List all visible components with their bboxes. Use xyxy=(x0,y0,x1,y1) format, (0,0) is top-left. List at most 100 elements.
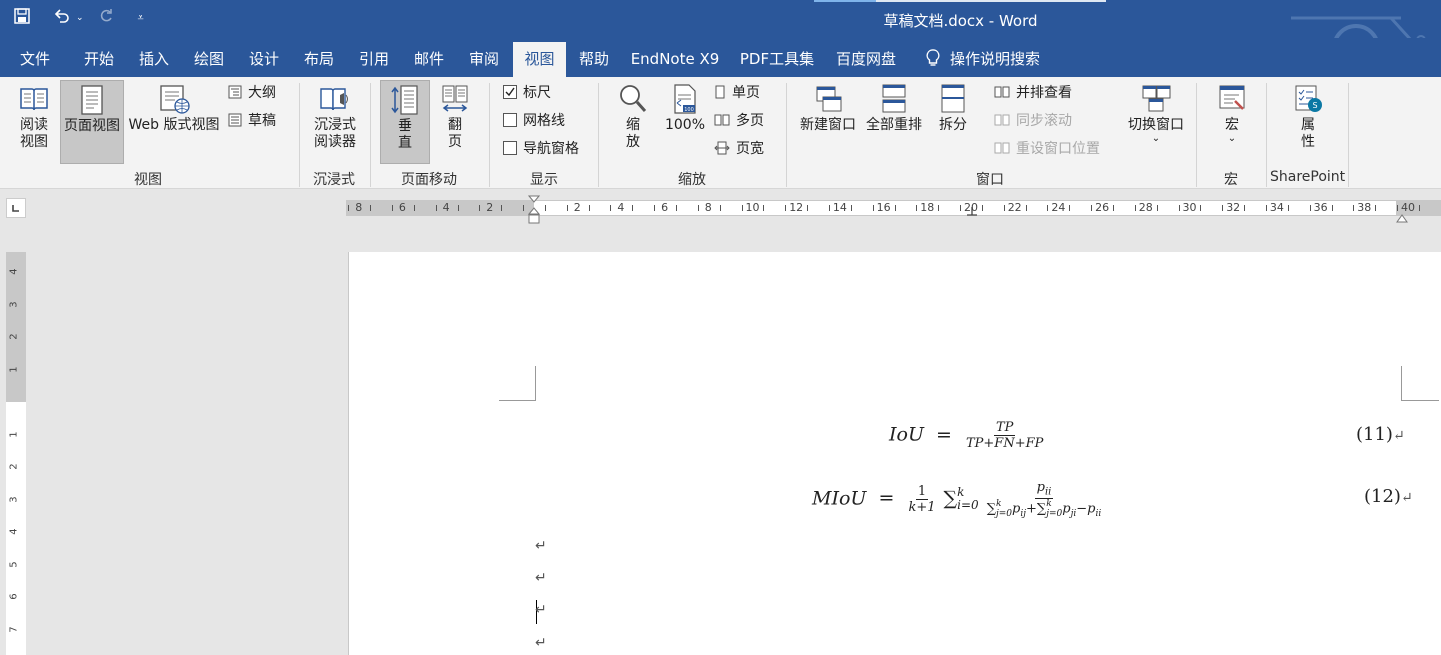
tab-review[interactable]: 审阅 xyxy=(457,42,511,77)
equation-miou[interactable]: MIoU = 1 k+1 ∑ k i=0 pii ∑ k j=0 pij+∑ k j=0 pji… xyxy=(812,480,1103,519)
paragraph-mark: ↵ xyxy=(535,635,547,651)
sharepoint-properties-icon: S xyxy=(1295,85,1322,112)
ruler-tick xyxy=(938,205,940,211)
ruler-tick xyxy=(544,205,546,211)
draft-icon xyxy=(228,113,242,132)
vertical-ruler[interactable]: 4 3 2 1 1 2 3 4 5 6 7 xyxy=(6,252,26,655)
tab-home[interactable]: 开始 xyxy=(72,42,126,77)
eq1-lhs: IoU xyxy=(889,423,924,446)
group-separator xyxy=(1266,83,1267,187)
center-tab-marker[interactable] xyxy=(966,207,978,223)
ruler-tick xyxy=(1287,205,1289,211)
ruler-tick xyxy=(413,205,415,211)
ruler-number: 26 xyxy=(1095,201,1110,214)
reset-window-position-button[interactable]: 重设窗口位置 xyxy=(994,141,1114,161)
tab-insert[interactable]: 插入 xyxy=(127,42,181,77)
tab-selector-icon[interactable] xyxy=(6,198,26,218)
ruler-tick xyxy=(523,205,525,211)
tab-help[interactable]: 帮助 xyxy=(567,42,621,77)
read-mode-button[interactable]: 阅读 视图 xyxy=(8,83,60,163)
ruler-area: 8642 2 4 6 8 10 12 14 16 18 20 22 24 26 28 30 32 34 36 38 4… xyxy=(0,190,1441,252)
draft-button[interactable]: 草稿 xyxy=(228,113,288,133)
tab-mailings[interactable]: 邮件 xyxy=(402,42,456,77)
group-separator xyxy=(1196,83,1197,187)
new-window-button[interactable]: 新建窗口 xyxy=(796,83,860,163)
properties-button[interactable]: S 属 性 xyxy=(1280,83,1336,163)
tab-endnote[interactable]: EndNote X9 xyxy=(625,42,725,77)
paragraph-mark: ↵ xyxy=(535,570,547,586)
gridlines-checkbox[interactable]: 网格线 xyxy=(503,113,593,133)
tab-view[interactable]: 视图 xyxy=(513,42,566,77)
eq1-fraction: TP TP+FN+FP xyxy=(964,420,1045,451)
ruler-tick xyxy=(1222,205,1224,211)
tab-pdf-tools[interactable]: PDF工具集 xyxy=(733,42,821,77)
right-indent-marker[interactable] xyxy=(1396,211,1408,227)
group-separator xyxy=(1348,83,1349,187)
arrange-all-label: 全部重排 xyxy=(866,117,922,133)
view-side-by-side-button[interactable]: 并排查看 xyxy=(994,85,1114,105)
tab-design[interactable]: 设计 xyxy=(237,42,291,77)
gridlines-label: 网格线 xyxy=(523,113,565,129)
multiple-pages-icon xyxy=(714,113,730,132)
ruler-tick xyxy=(610,205,612,211)
equation-iou[interactable]: IoU = TP TP+FN+FP xyxy=(889,420,1045,451)
horizontal-ruler[interactable]: 8642 2 4 6 8 10 12 14 16 18 20 22 24 26 28 30 32 34 36 38 4… xyxy=(346,195,1441,224)
switch-windows-button[interactable]: 切换窗口 ⌄ xyxy=(1122,83,1190,163)
tell-me-search[interactable]: 操作说明搜索 xyxy=(918,42,1048,77)
ruler-tick xyxy=(872,205,874,211)
zoom-label-2: 放 xyxy=(626,134,640,150)
ruler-tick xyxy=(1265,205,1267,211)
group-separator xyxy=(299,83,300,187)
side-to-side-button[interactable]: 翻 页 xyxy=(432,83,478,163)
immersive-reader-icon xyxy=(320,88,348,111)
zoom-100-button[interactable]: 100 100% xyxy=(662,83,708,163)
tab-baidu-netdisk[interactable]: 百度网盘 xyxy=(829,42,903,77)
read-mode-icon xyxy=(20,88,48,111)
tab-draw[interactable]: 绘图 xyxy=(182,42,236,77)
ruler-number: 1 xyxy=(8,430,20,438)
navigation-pane-label: 导航窗格 xyxy=(523,141,579,157)
split-button[interactable]: 拆分 xyxy=(930,83,976,163)
first-line-indent-marker[interactable] xyxy=(527,195,541,229)
ruler-number: 2 xyxy=(486,201,494,214)
side-to-side-icon xyxy=(442,85,468,112)
web-layout-button[interactable]: Web 版式视图 xyxy=(126,83,222,163)
tab-references[interactable]: 引用 xyxy=(347,42,401,77)
arrange-all-button[interactable]: 全部重排 xyxy=(862,83,926,163)
macros-button[interactable]: 宏 ⌄ xyxy=(1206,83,1258,163)
sync-scroll-icon xyxy=(994,113,1010,132)
ruler-checkbox[interactable]: 标尺 xyxy=(503,85,593,105)
print-layout-label: 页面视图 xyxy=(64,118,120,134)
document-page[interactable]: IoU = TP TP+FN+FP (11)↵ MIoU = 1 k+1 ∑ k i… xyxy=(348,252,1441,655)
tab-layout[interactable]: 布局 xyxy=(292,42,346,77)
eq2-den-sum2-sup: k xyxy=(1046,498,1052,509)
ruler-left-margin xyxy=(346,201,534,215)
immersive-reader-button[interactable]: 沉浸式 阅读器 xyxy=(306,83,364,163)
ruler-number: 4 xyxy=(442,201,450,214)
ruler-number: 3 xyxy=(8,495,20,503)
multiple-pages-button[interactable]: 多页 xyxy=(714,113,780,133)
paragraph-mark: ↵ xyxy=(535,538,547,554)
page-width-button[interactable]: 页宽 xyxy=(714,141,780,161)
tab-file[interactable]: 文件 xyxy=(10,42,60,77)
synchronous-scrolling-button[interactable]: 同步滚动 xyxy=(994,113,1114,133)
eq2-number-text: (12) xyxy=(1364,486,1401,507)
svg-text:100: 100 xyxy=(684,107,694,113)
new-window-icon xyxy=(816,86,842,112)
lightbulb-icon xyxy=(926,45,940,79)
gridlines-check-icon xyxy=(503,113,517,127)
paragraph-mark: ↵ xyxy=(1392,428,1405,444)
zoom-button[interactable]: 缩 放 xyxy=(610,83,656,163)
one-page-button[interactable]: 单页 xyxy=(714,85,780,105)
ruler-number: 6 xyxy=(661,201,669,214)
ruler-tick xyxy=(981,205,983,211)
navigation-pane-checkbox[interactable]: 导航窗格 xyxy=(503,141,593,161)
print-layout-icon xyxy=(81,85,103,115)
ruler-tick xyxy=(676,205,678,211)
print-layout-button[interactable]: 页面视图 xyxy=(60,80,124,164)
eq2-den-sum2-sub: j=0 xyxy=(1046,508,1063,519)
eq1-denominator: TP+FN+FP xyxy=(965,436,1044,451)
ruler-tick xyxy=(588,205,590,211)
outline-button[interactable]: 大纲 xyxy=(228,85,288,105)
vertical-page-movement-button[interactable]: 垂 直 xyxy=(380,80,430,164)
